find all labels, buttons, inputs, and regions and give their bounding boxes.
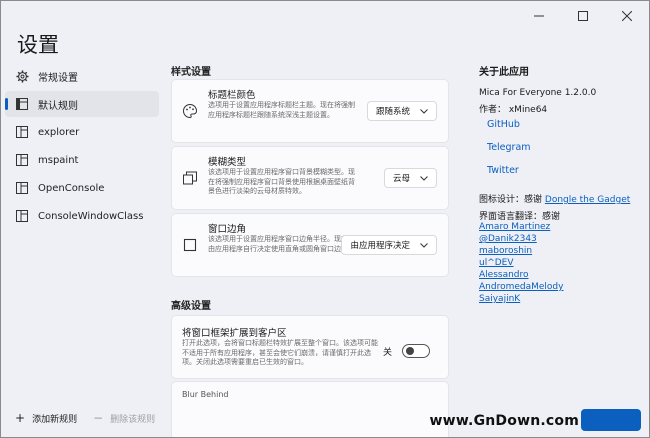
delete-rule-label: 删除该规则: [110, 414, 156, 425]
sidebar-actions: + 添加新规则 − 删除该规则: [15, 411, 171, 425]
sidebar-item-openconsole[interactable]: OpenConsole: [5, 175, 159, 201]
translator-link[interactable]: AndromedaMelody: [479, 282, 563, 292]
close-button[interactable]: [605, 1, 649, 31]
close-icon: [622, 11, 632, 21]
layers-icon: [182, 170, 198, 186]
translator-link[interactable]: @Danik2343: [479, 234, 537, 244]
card-title: 将窗口框架扩展到客户区: [182, 328, 287, 339]
maximize-button[interactable]: [561, 1, 605, 31]
card-description: 选项用于设置应用程序标题栏主题。现在将强制应用程序标题栏跟随系统深浅主题设置。: [208, 101, 355, 119]
window-corner-dropdown[interactable]: 由应用程序决定: [341, 235, 437, 255]
card-title: Blur Behind: [182, 390, 229, 399]
gear-icon: [15, 69, 29, 83]
minimize-icon: [534, 15, 544, 17]
translator-link[interactable]: maboroshin: [479, 246, 532, 256]
sidebar-item-label: OpenConsole: [38, 182, 105, 194]
about-panel: 关于此应用 Mica For Everyone 1.2.0.0 作者： xMin…: [479, 63, 647, 115]
square-icon: [182, 237, 198, 253]
sidebar-item-explorer[interactable]: explorer: [5, 119, 159, 145]
titlebar-color-dropdown[interactable]: 跟随系统: [366, 101, 437, 121]
telegram-link[interactable]: Telegram: [487, 142, 531, 153]
sidebar-item-mspaint[interactable]: mspaint: [5, 147, 159, 173]
translator-link[interactable]: SaiyajinK: [479, 294, 520, 304]
titlebar-color-card: 标题栏颜色 选项用于设置应用程序标题栏主题。现在将强制应用程序标题栏跟随系统深浅…: [171, 79, 449, 143]
card-title: 窗口边角: [208, 224, 247, 235]
window-icon: [15, 181, 29, 195]
sidebar-item-default-rule[interactable]: 默认规则: [5, 91, 159, 117]
minimize-button[interactable]: [517, 1, 561, 31]
twitter-link[interactable]: Twitter: [487, 165, 519, 176]
style-section-heading: 样式设置: [171, 67, 211, 78]
advanced-section-heading: 高级设置: [171, 301, 211, 312]
translator-link[interactable]: Alessandro: [479, 270, 529, 280]
sidebar-item-label: mspaint: [38, 154, 79, 166]
toggle-state-label: 关: [382, 347, 392, 358]
chevron-down-icon: [420, 108, 428, 114]
dropdown-value: 云母: [392, 174, 410, 184]
blur-behind-card: Blur Behind: [171, 381, 449, 437]
chevron-down-icon: [420, 242, 428, 248]
apply-button[interactable]: [581, 409, 641, 431]
card-description: 该选项用于设置应用程序窗口边角半径。现在将由应用程序自行决定使用直角或圆角窗口边…: [208, 235, 355, 253]
extend-frame-toggle[interactable]: [402, 344, 430, 358]
rule-icon: [15, 97, 29, 111]
app-author: 作者： xMine64: [479, 105, 548, 115]
translator-link[interactable]: Amaro Martinez: [479, 222, 550, 232]
delete-rule-button[interactable]: − 删除该规则: [93, 411, 155, 425]
dropdown-value: 由应用程序决定: [350, 241, 410, 251]
translation-credit: 界面语言翻译：感谢: [479, 212, 561, 222]
rule-settings-pane[interactable]: 样式设置 标题栏颜色 选项用于设置应用程序标题栏主题。现在将强制应用程序标题栏跟…: [161, 53, 457, 437]
backdrop-type-dropdown[interactable]: 云母: [383, 168, 437, 188]
window-icon: [15, 125, 29, 139]
card-description: 打开此选项，会将窗口标题栏特效扩展至整个窗口。该选项可能不适用于所有应用程序，甚…: [182, 339, 378, 366]
translator-link[interactable]: ul^DEV: [479, 258, 514, 268]
window-icon: [15, 153, 29, 167]
window-icon: [15, 209, 29, 223]
sidebar-item-label: 默认规则: [38, 100, 78, 112]
dropdown-value: 跟随系统: [375, 107, 410, 117]
card-title: 标题栏颜色: [208, 90, 256, 101]
minus-icon: −: [93, 411, 104, 425]
card-title: 模糊类型: [208, 157, 247, 168]
sidebar-item-label: 常规设置: [38, 72, 78, 84]
settings-window: 设置 常规设置 默认规则 explorer mspaint OpenConsol…: [0, 0, 650, 438]
sidebar-item-general[interactable]: 常规设置: [5, 63, 159, 89]
github-link[interactable]: GitHub: [487, 119, 520, 130]
about-heading: 关于此应用: [479, 67, 529, 78]
sidebar: 常规设置 默认规则 explorer mspaint OpenConsole C…: [5, 61, 159, 231]
app-version: Mica For Everyone 1.2.0.0: [479, 88, 597, 98]
toggle-knob: [406, 347, 414, 355]
palette-icon: [182, 103, 198, 119]
watermark: www.GnDown.com: [429, 413, 579, 429]
extend-frame-card: 将窗口框架扩展到客户区 打开此选项，会将窗口标题栏特效扩展至整个窗口。该选项可能…: [171, 315, 449, 379]
add-rule-button[interactable]: + 添加新规则: [15, 411, 77, 425]
window-corner-card: 窗口边角 该选项用于设置应用程序窗口边角半径。现在将由应用程序自行决定使用直角或…: [171, 213, 449, 277]
add-rule-label: 添加新规则: [32, 414, 78, 425]
backdrop-type-card: 模糊类型 该选项用于设置应用程序窗口背景模糊类型。现在将强制应用程序窗口背景使用…: [171, 146, 449, 210]
sidebar-item-label: ConsoleWindowClass: [38, 210, 144, 222]
card-description: 该选项用于设置应用程序窗口背景模糊类型。现在将强制应用程序窗口背景使用根据桌面壁…: [208, 168, 355, 195]
extend-frame-toggle-group: 关: [383, 344, 430, 358]
icon-designer-link[interactable]: Dongle the Gadget: [545, 195, 630, 205]
icon-credit-prefix: 图标设计：感谢: [479, 195, 543, 205]
page-title: 设置: [17, 33, 59, 57]
sidebar-item-label: explorer: [38, 126, 80, 138]
maximize-icon: [578, 11, 588, 21]
sidebar-item-consolewindowclass[interactable]: ConsoleWindowClass: [5, 203, 159, 229]
icon-credit: 图标设计：感谢 Dongle the Gadget: [479, 192, 630, 205]
caption-buttons: [517, 1, 649, 31]
plus-icon: +: [15, 411, 26, 425]
chevron-down-icon: [420, 175, 428, 181]
